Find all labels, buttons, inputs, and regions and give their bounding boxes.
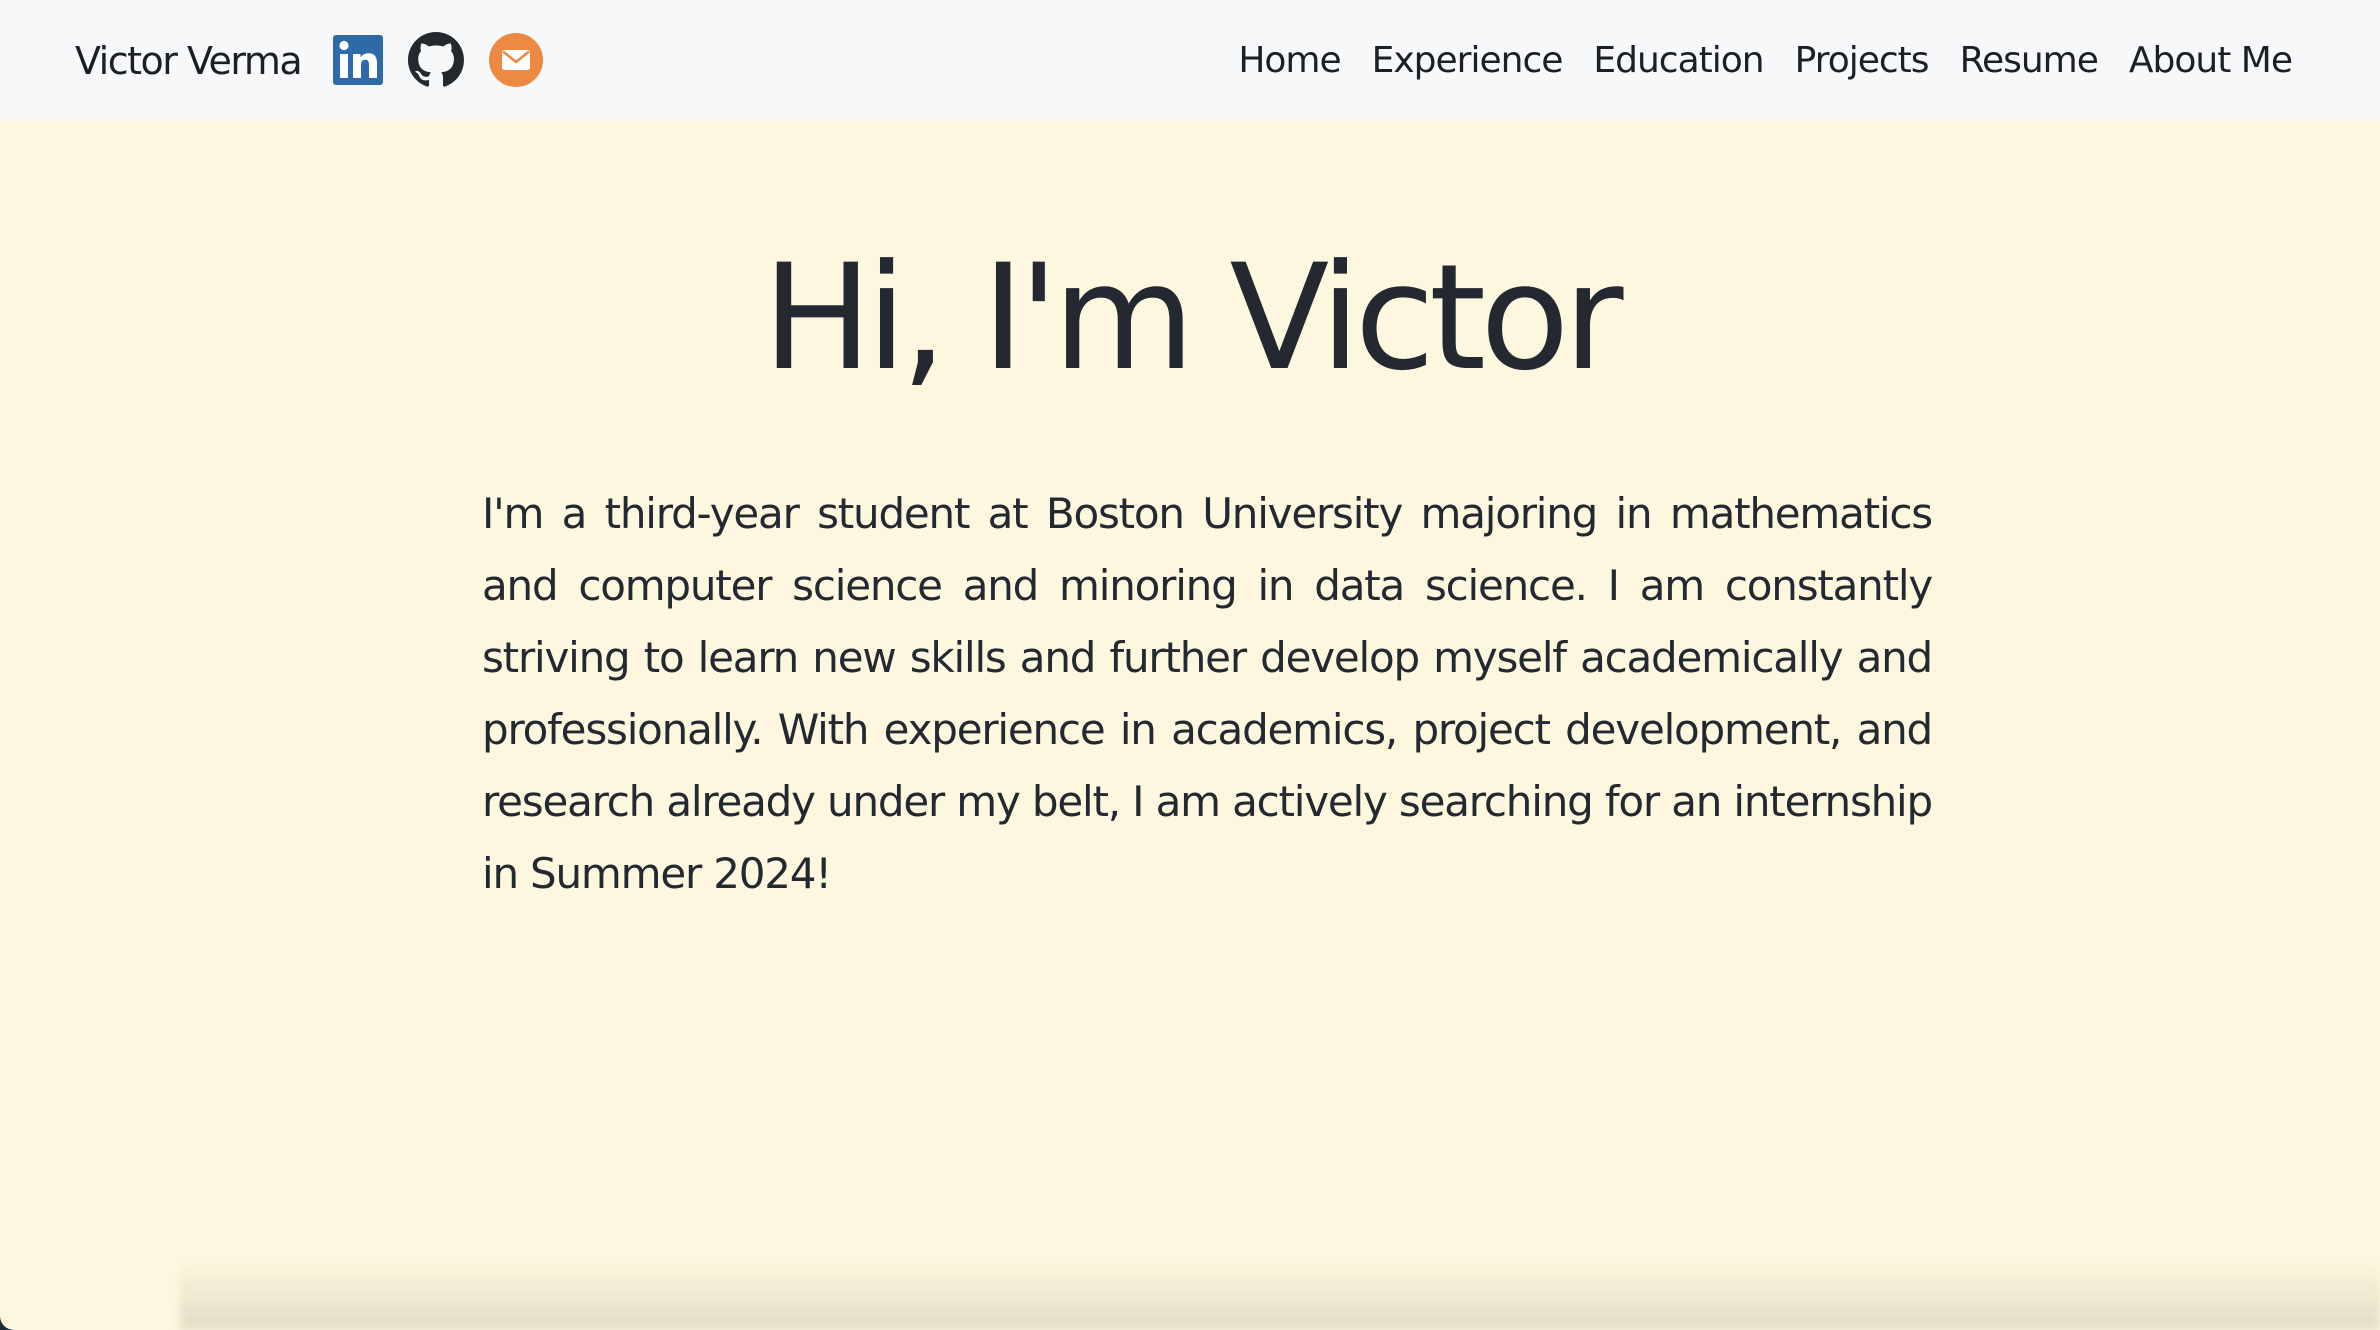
github-icon (408, 32, 464, 88)
navbar: Victor Verma Home Experience Education P… (0, 0, 2380, 121)
hero-title: Hi, I'm Victor (762, 233, 1623, 403)
nav-education[interactable]: Education (1593, 36, 1764, 86)
page: Victor Verma Home Experience Education P… (0, 0, 2380, 1330)
linkedin-icon (330, 32, 386, 88)
email-icon (488, 32, 544, 88)
nav-about-me[interactable]: About Me (2129, 36, 2293, 86)
linkedin-link[interactable] (330, 32, 386, 88)
intro-paragraph: I'm a third-year student at Boston Unive… (482, 489, 1933, 898)
brand-link[interactable]: Victor Verma (75, 36, 303, 86)
nav-resume[interactable]: Resume (1960, 36, 2099, 86)
nav-home[interactable]: Home (1238, 36, 1341, 86)
bottom-shadow (180, 1260, 2380, 1330)
nav-links: Home Experience Education Projects Resum… (1238, 36, 2293, 86)
email-link[interactable] (488, 32, 544, 88)
github-link[interactable] (408, 32, 464, 88)
nav-projects[interactable]: Projects (1795, 36, 1930, 86)
nav-experience[interactable]: Experience (1372, 36, 1564, 86)
